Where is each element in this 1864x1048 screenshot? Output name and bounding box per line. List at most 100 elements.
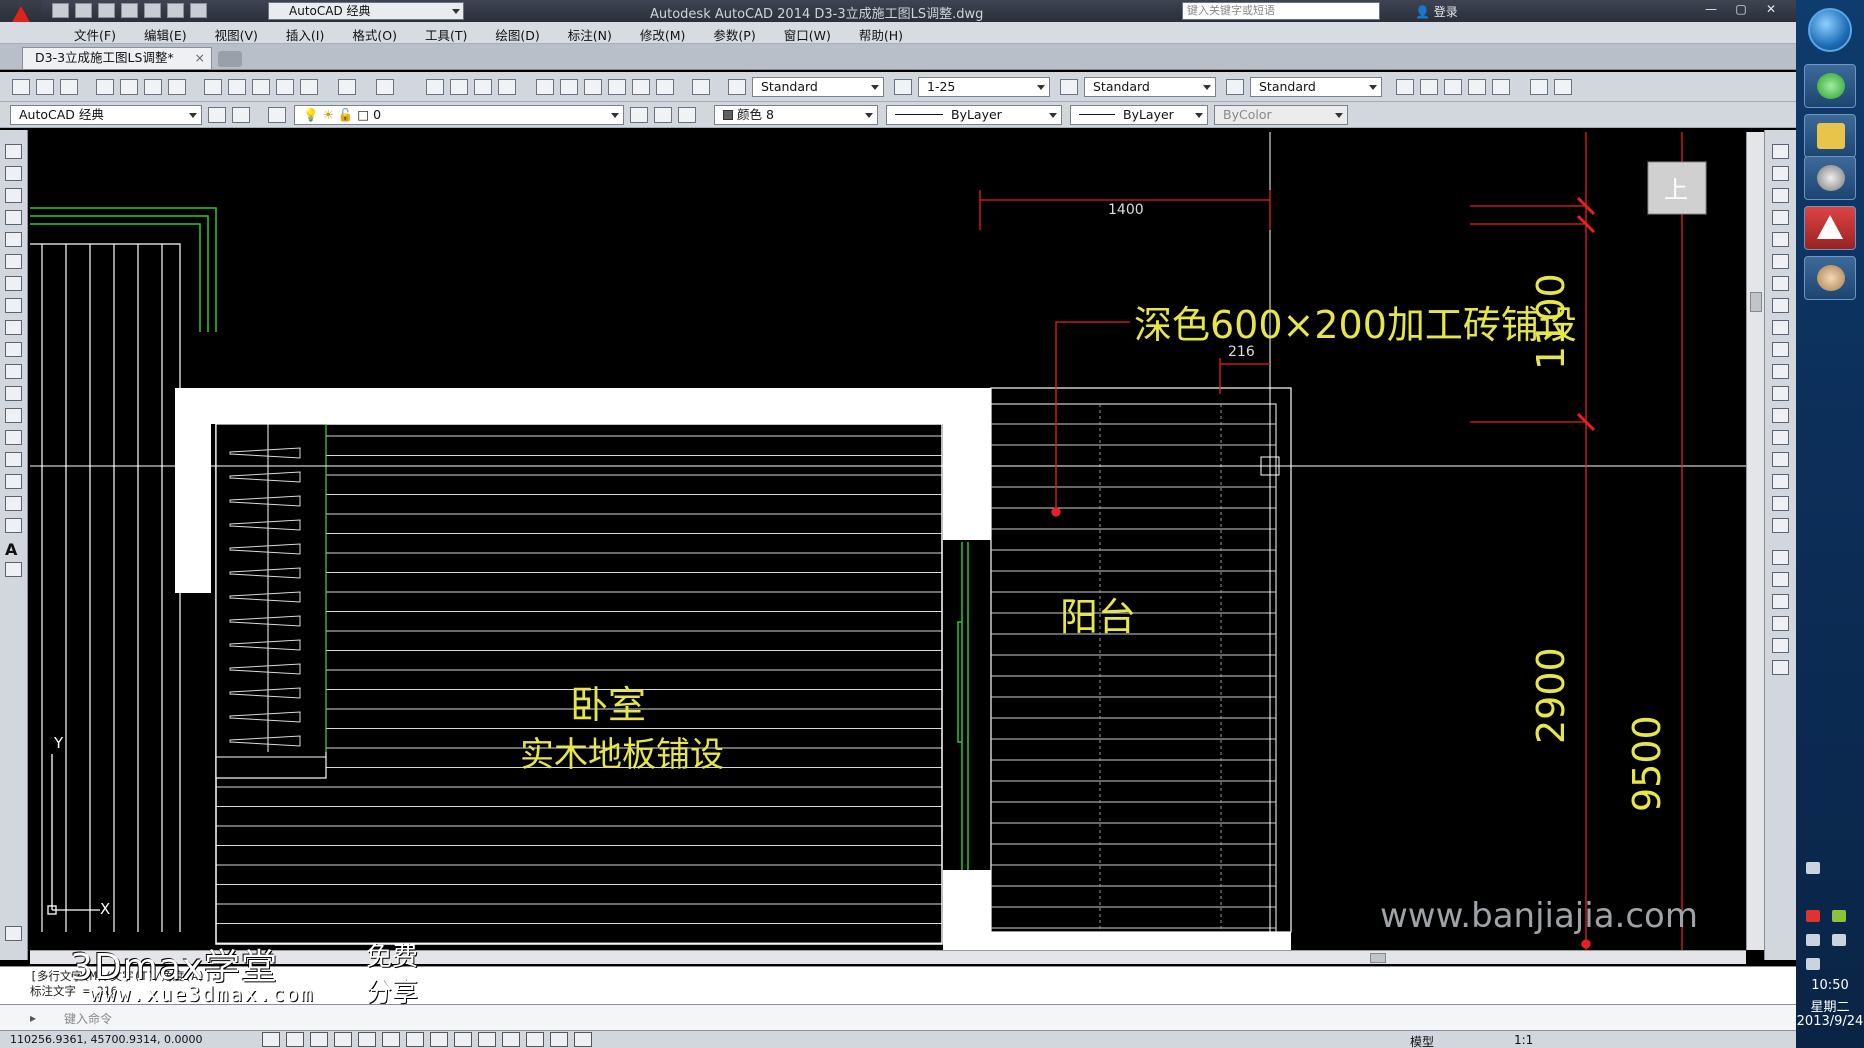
visual-style-icon[interactable] [1420, 79, 1438, 95]
table-style-combo[interactable]: Standard [1084, 77, 1216, 97]
transparency-icon[interactable] [526, 1032, 544, 1047]
tray-icon[interactable] [1806, 862, 1820, 874]
dim-style-combo[interactable]: 1-25 [918, 77, 1050, 97]
ducs-icon[interactable] [454, 1032, 472, 1047]
save-icon[interactable] [60, 79, 78, 95]
text-style-combo[interactable]: Standard [752, 77, 884, 97]
open-icon[interactable] [75, 3, 92, 18]
network-icon[interactable] [1832, 934, 1846, 946]
pan-icon[interactable] [426, 79, 444, 95]
extend-icon[interactable] [1772, 364, 1789, 379]
redo-icon[interactable] [190, 3, 207, 18]
array-icon[interactable] [1772, 232, 1789, 247]
polyline-icon[interactable] [5, 188, 22, 203]
menu-view[interactable]: 视图(V) [201, 25, 272, 44]
menu-help[interactable]: 帮助(H) [845, 25, 917, 44]
grid-icon[interactable] [310, 1032, 328, 1047]
command-line[interactable]: ▸ 键入命令 [0, 1004, 1796, 1030]
multiline-text-icon[interactable]: A [5, 540, 22, 559]
make-block-icon[interactable] [5, 408, 22, 423]
fillet-icon[interactable] [1772, 474, 1789, 489]
infer-constraints-icon[interactable] [262, 1032, 280, 1047]
paste-icon[interactable] [252, 79, 270, 95]
drawing-area[interactable]: 1400 216 深色600×200加工砖铺设 阳台 卧室 实木地板铺设 110… [30, 132, 1746, 950]
add-selected-icon[interactable] [5, 562, 22, 577]
flag-icon[interactable] [1806, 934, 1820, 946]
hatch-to-back-icon[interactable] [1772, 660, 1789, 675]
lineweight-dropdown[interactable]: ByLayer [1070, 105, 1208, 125]
gradient-icon[interactable] [5, 474, 22, 489]
point-icon[interactable] [5, 430, 22, 445]
workspace-combo[interactable]: AutoCAD 经典 [268, 2, 464, 20]
menu-insert[interactable]: 插入(I) [272, 25, 338, 44]
copy-icon[interactable] [228, 79, 246, 95]
3d-dwf-icon[interactable] [168, 79, 186, 95]
snap-icon[interactable] [286, 1032, 304, 1047]
rotate-icon[interactable] [1772, 276, 1789, 291]
properties-icon[interactable] [536, 79, 554, 95]
move-icon[interactable] [1772, 254, 1789, 269]
zoom-window-icon[interactable] [474, 79, 492, 95]
view-icon[interactable] [1396, 79, 1414, 95]
linetype-dropdown[interactable]: ByLayer [886, 105, 1062, 125]
volume-icon[interactable] [1806, 958, 1820, 970]
maximize-icon[interactable]: ▢ [1726, 0, 1756, 18]
layer-isolate-icon[interactable] [1492, 79, 1510, 95]
match-properties-icon[interactable] [276, 79, 294, 95]
preview-icon[interactable] [120, 79, 138, 95]
draw-order-back-icon[interactable] [1772, 572, 1789, 587]
redo-icon[interactable] [376, 79, 394, 95]
workspace-settings-icon[interactable] [208, 107, 226, 123]
lineweight-icon[interactable] [502, 1032, 520, 1047]
revision-cloud-icon[interactable] [5, 298, 22, 313]
minimize-icon[interactable]: — [1696, 0, 1726, 18]
model-space-toggle[interactable]: 模型 [1410, 1033, 1434, 1048]
menu-edit[interactable]: 编辑(E) [130, 25, 201, 44]
text-style-icon[interactable] [728, 79, 746, 95]
menu-modify[interactable]: 修改(M) [626, 25, 700, 44]
layer-states-icon[interactable] [1468, 79, 1486, 95]
view-cube[interactable]: 上 [1647, 161, 1707, 215]
menu-format[interactable]: 格式(O) [338, 25, 411, 44]
table-icon[interactable] [5, 518, 22, 533]
layer-dropdown[interactable]: 💡 ☀ 🔓 □ 0 [294, 105, 624, 125]
menu-parameter[interactable]: 参数(P) [699, 25, 769, 44]
help-icon[interactable] [692, 79, 710, 95]
construction-line-icon[interactable] [5, 166, 22, 181]
publish-icon[interactable] [144, 79, 162, 95]
line-icon[interactable] [5, 144, 22, 159]
scale-icon[interactable] [1772, 298, 1789, 313]
annotation-scale[interactable]: 1:1 [1514, 1033, 1533, 1047]
command-line-toggle-icon[interactable] [5, 926, 22, 941]
arc-icon[interactable] [5, 254, 22, 269]
taskbar-app-users[interactable] [1804, 256, 1856, 300]
table-style-icon[interactable] [1060, 79, 1078, 95]
offset-icon[interactable] [1772, 210, 1789, 225]
polygon-icon[interactable] [5, 210, 22, 225]
quickcalc-icon[interactable] [656, 79, 674, 95]
quick-properties-icon[interactable] [550, 1032, 568, 1047]
clock-time[interactable]: 10:50 [1796, 978, 1864, 993]
selection-cycling-icon[interactable] [574, 1032, 592, 1047]
draw-order-front-icon[interactable] [1772, 550, 1789, 565]
3d-osnap-icon[interactable] [406, 1032, 424, 1047]
close-icon[interactable]: ✕ [1756, 0, 1786, 18]
search-input[interactable]: 键入关键字或短语 [1182, 2, 1380, 20]
copy-object-icon[interactable] [1772, 166, 1789, 181]
insert-block-icon[interactable] [5, 386, 22, 401]
tray-icon[interactable] [1832, 910, 1846, 922]
hatch-icon[interactable] [5, 452, 22, 467]
taskbar-app-autocad[interactable] [1804, 206, 1856, 250]
break-icon[interactable] [1772, 408, 1789, 423]
zoom-previous-icon[interactable] [498, 79, 516, 95]
markup-icon[interactable] [632, 79, 650, 95]
undo-icon[interactable] [338, 79, 356, 95]
menu-tools[interactable]: 工具(T) [411, 25, 481, 44]
menu-window[interactable]: 窗口(W) [770, 25, 845, 44]
blend-curves-icon[interactable] [1772, 496, 1789, 511]
osnap-icon[interactable] [382, 1032, 400, 1047]
stretch-icon[interactable] [1772, 320, 1789, 335]
menu-draw[interactable]: 绘图(D) [481, 25, 553, 44]
menu-file[interactable]: 文件(F) [60, 25, 130, 44]
vertical-scrollbar[interactable] [1746, 132, 1764, 950]
